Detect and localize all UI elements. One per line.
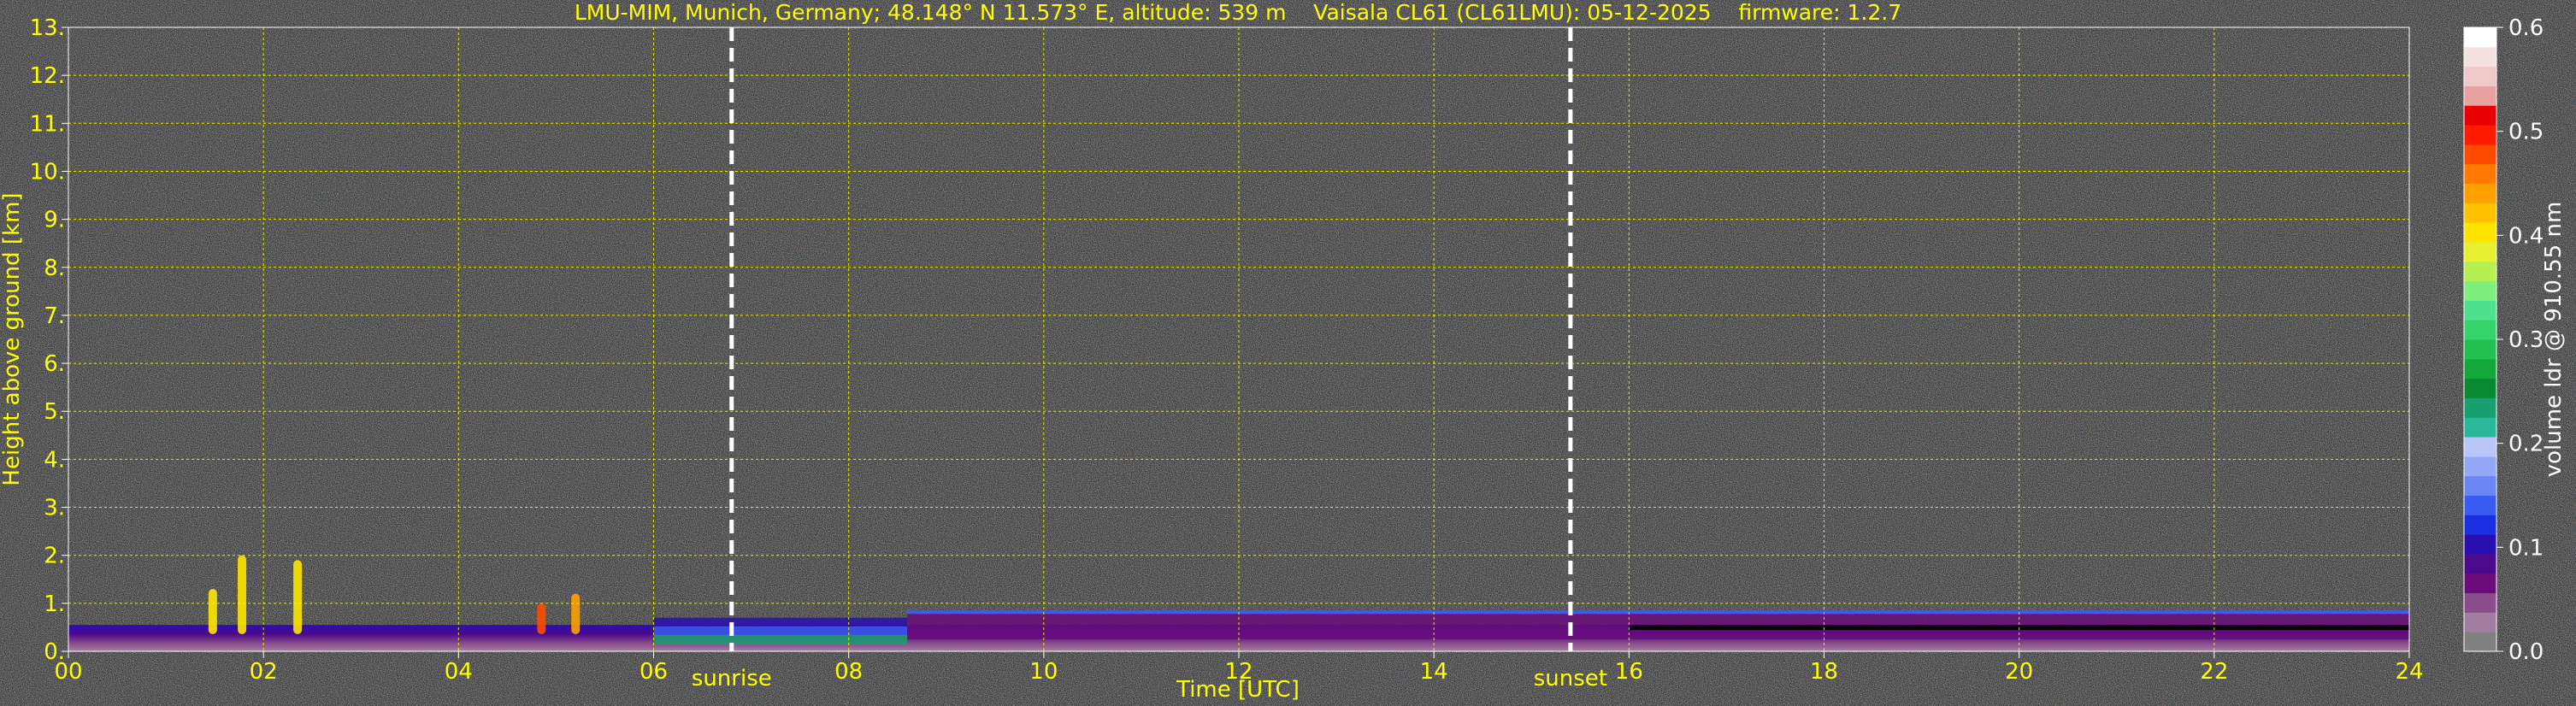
cloud-column (238, 555, 247, 634)
x-tick-label: 08 (834, 659, 863, 685)
colorbar-segment (2464, 456, 2496, 477)
y-axis: 0. 1. 2. 3. 4. 5. 6. 7. 8. 9. 10. 11. 12. 13. (30, 15, 68, 665)
cloud-column (208, 589, 217, 634)
colorbar-segment (2464, 397, 2496, 418)
ceilometer-chart: sunrise sunset 00 02 04 06 08 10 12 14 16 18 20 22 24… (0, 0, 2567, 703)
y-tick-label: 8. (44, 256, 65, 281)
x-tick-label: 24 (2395, 659, 2423, 685)
cloud-column (537, 603, 546, 634)
x-tick-label: 20 (2005, 659, 2033, 685)
colorbar-segment (2464, 358, 2496, 379)
x-tick-label: 16 (1615, 659, 1643, 685)
y-tick-label: 4. (44, 447, 65, 473)
colorbar-segment (2464, 144, 2496, 165)
y-tick-label: 9. (44, 208, 65, 233)
colorbar-segment (2464, 46, 2496, 68)
x-axis-label: Time [UTC] (1176, 677, 1300, 703)
colorbar-tick-label: 0.6 (2508, 15, 2544, 41)
y-tick-label: 7. (44, 303, 65, 329)
colorbar-tick-label: 0.0 (2508, 639, 2544, 665)
x-tick-label: 22 (2200, 659, 2228, 685)
y-tick-label: 12. (30, 63, 65, 89)
y-tick-label: 2. (44, 544, 65, 569)
y-tick-label: 11. (30, 111, 65, 137)
y-tick-label: 5. (44, 399, 65, 425)
boundary-layer-top (907, 610, 2409, 615)
y-axis-label: Height above ground [km] (0, 192, 25, 485)
colorbar-segment (2464, 320, 2496, 340)
colorbar-tick-label: 0.1 (2508, 535, 2544, 561)
colorbar-segment (2464, 300, 2496, 321)
colorbar-segment (2464, 85, 2496, 106)
colorbar-segment (2464, 417, 2496, 438)
sunrise-label: sunrise (692, 666, 772, 691)
colorbar-segment (2464, 183, 2496, 203)
colorbar-tick-label: 0.5 (2508, 120, 2544, 145)
colorbar-segment (2464, 125, 2496, 145)
x-tick-label: 18 (1810, 659, 1838, 685)
x-tick-label: 10 (1029, 659, 1058, 685)
colorbar-segment (2464, 495, 2496, 515)
colorbar-tick-label: 0.4 (2508, 223, 2544, 249)
colorbar-tick-label: 0.2 (2508, 432, 2544, 457)
colorbar-segment (2464, 553, 2496, 574)
cloud-column (571, 593, 581, 634)
colorbar-segment (2464, 280, 2496, 301)
y-tick-label: 1. (44, 591, 65, 617)
colorbar-segment (2464, 475, 2496, 496)
aerosol-layer (653, 617, 908, 627)
y-tick-label: 3. (44, 496, 65, 521)
sunset-label: sunset (1534, 666, 1607, 691)
colorbar-label: volume ldr @ 910.55 nm (2541, 202, 2567, 478)
colorbar-segment (2464, 222, 2496, 243)
colorbar-segment (2464, 66, 2496, 86)
aerosol-layer (653, 626, 908, 637)
x-tick-label: 06 (640, 659, 668, 685)
y-tick-label: 10. (30, 159, 65, 185)
y-tick-label: 0. (44, 639, 65, 665)
x-tick-label: 04 (445, 659, 473, 685)
colorbar-segment (2464, 515, 2496, 535)
colorbar-segment (2464, 339, 2496, 360)
colorbar-tick-label: 0.3 (2508, 327, 2544, 353)
colorbar-segment (2464, 437, 2496, 457)
colorbar-segment (2464, 378, 2496, 398)
colorbar-segment (2464, 163, 2496, 184)
colorbar-segment (2464, 105, 2496, 126)
colorbar-segment (2464, 261, 2496, 282)
colorbar: 0.0 0.1 0.2 0.3 0.4 0.5 0.6 (2463, 15, 2544, 665)
y-tick-label: 13. (30, 15, 65, 41)
colorbar-segment (2464, 632, 2496, 652)
colorbar-segment (2464, 27, 2496, 48)
colorbar-segment (2464, 612, 2496, 632)
chart-title: LMU-MIM, Munich, Germany; 48.148° N 11.5… (575, 0, 1901, 25)
colorbar-segment (2464, 592, 2496, 613)
colorbar-segment (2464, 203, 2496, 223)
y-tick-label: 6. (44, 351, 65, 377)
x-tick-label: 02 (250, 659, 278, 685)
x-tick-label: 14 (1420, 659, 1448, 685)
colorbar-segment (2464, 573, 2496, 594)
colorbar-segment (2464, 534, 2496, 555)
cloud-column (293, 560, 303, 634)
aerosol-layer (653, 634, 908, 645)
colorbar-segment (2464, 241, 2496, 262)
